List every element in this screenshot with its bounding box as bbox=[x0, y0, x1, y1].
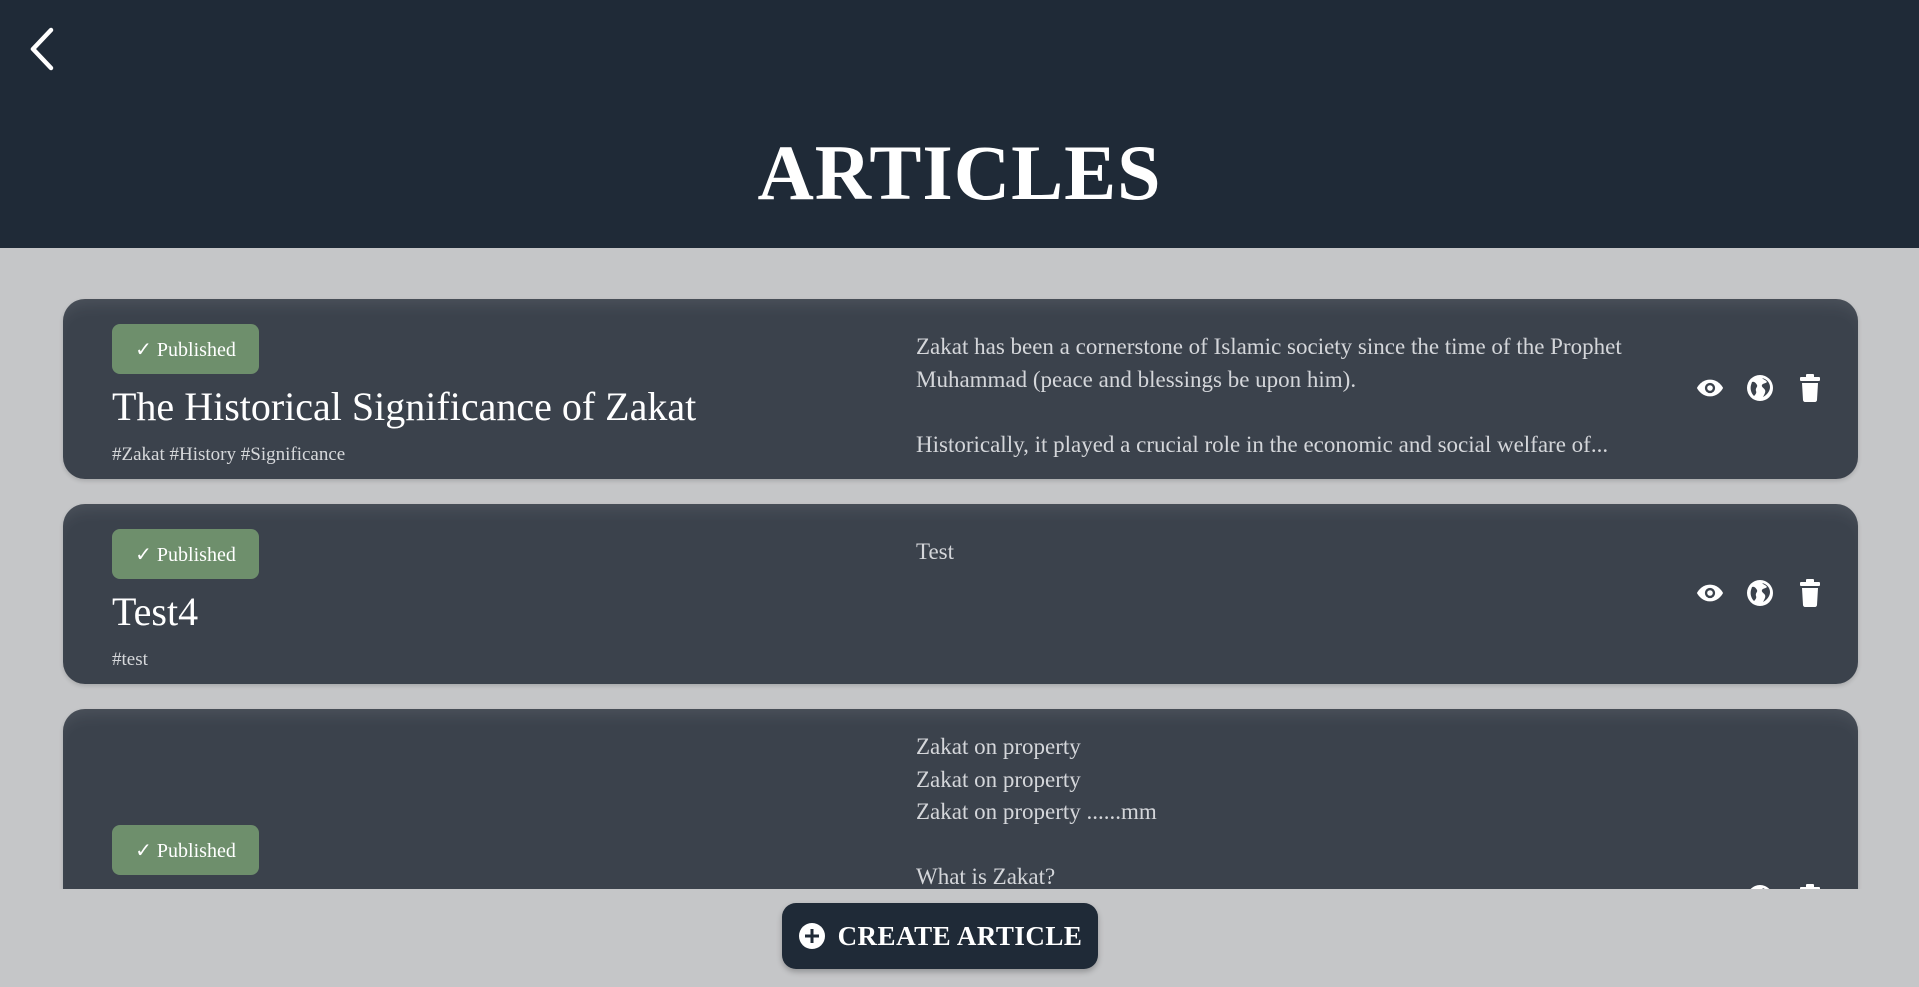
article-title: The Historical Significance of Zakat bbox=[112, 384, 697, 429]
delete-button[interactable] bbox=[1796, 579, 1824, 607]
article-card[interactable]: ✓ Published Test4 #test Test bbox=[63, 504, 1858, 684]
globe-icon bbox=[1750, 885, 1770, 889]
article-title: Test4 bbox=[112, 589, 199, 634]
publish-button[interactable] bbox=[1746, 374, 1774, 402]
article-tags: #test bbox=[112, 649, 148, 670]
back-button[interactable] bbox=[22, 24, 62, 74]
articles-list[interactable]: ✓ Published The Historical Significance … bbox=[0, 248, 1919, 889]
article-card[interactable]: ✓ Published Zakat on property Zakat on p… bbox=[63, 709, 1858, 889]
eye-icon bbox=[1696, 379, 1724, 397]
eye-icon bbox=[1696, 887, 1724, 889]
article-card[interactable]: ✓ Published The Historical Significance … bbox=[63, 299, 1858, 479]
chevron-left-icon bbox=[30, 27, 54, 71]
trash-icon bbox=[1800, 579, 1820, 607]
globe-icon bbox=[1747, 375, 1773, 401]
delete-button[interactable] bbox=[1796, 374, 1824, 402]
page-header: ARTICLES bbox=[0, 0, 1919, 248]
article-excerpt: Test bbox=[916, 539, 954, 564]
create-article-button[interactable]: CREATE ARTICLE bbox=[782, 903, 1098, 969]
publish-button[interactable] bbox=[1746, 884, 1774, 889]
view-button[interactable] bbox=[1696, 884, 1724, 889]
article-tags: #Zakat #History #Significance bbox=[112, 444, 346, 465]
trash-icon bbox=[1800, 374, 1820, 402]
eye-icon bbox=[1696, 584, 1724, 602]
create-article-label: CREATE ARTICLE bbox=[837, 920, 1083, 951]
publish-button[interactable] bbox=[1746, 579, 1774, 607]
status-badge: ✓ Published bbox=[112, 825, 259, 875]
globe-icon bbox=[1747, 580, 1773, 606]
page-title: ARTICLES bbox=[757, 129, 1162, 216]
plus-circle-icon bbox=[798, 923, 825, 949]
status-badge: ✓ Published bbox=[112, 529, 259, 579]
article-excerpt: Zakat on property Zakat on property Zaka… bbox=[916, 734, 1157, 889]
view-button[interactable] bbox=[1696, 374, 1724, 402]
article-excerpt: Zakat has been a cornerstone of Islamic … bbox=[916, 334, 1622, 457]
article-actions bbox=[1696, 374, 1824, 402]
article-actions bbox=[1696, 579, 1824, 607]
status-badge: ✓ Published bbox=[112, 324, 259, 374]
view-button[interactable] bbox=[1696, 579, 1724, 607]
trash-icon bbox=[1800, 884, 1820, 889]
delete-button[interactable] bbox=[1796, 884, 1824, 889]
article-actions bbox=[1696, 884, 1824, 889]
